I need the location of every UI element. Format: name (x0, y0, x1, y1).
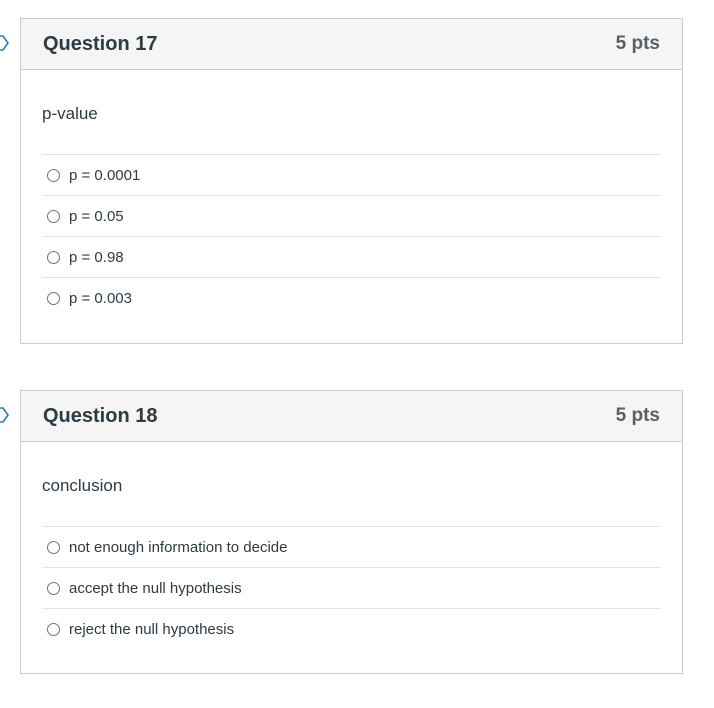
radio-button[interactable] (47, 292, 60, 305)
answer-label[interactable]: p = 0.05 (69, 208, 124, 225)
radio-button[interactable] (47, 250, 60, 264)
radio-button[interactable] (47, 168, 60, 182)
answer-option[interactable]: reject the null hypothesis (42, 609, 661, 650)
flag-question-icon[interactable] (0, 34, 10, 52)
question-points: 5 pts (615, 405, 660, 426)
answer-label[interactable]: p = 0.98 (69, 249, 124, 266)
answer-option[interactable]: not enough information to decide (42, 527, 661, 568)
question-header: Question 17 5 pts (21, 19, 682, 70)
answer-option[interactable]: accept the null hypothesis (42, 568, 661, 609)
answer-option[interactable]: p = 0.05 (42, 196, 661, 237)
question-points: 5 pts (615, 33, 660, 54)
radio-button[interactable] (47, 623, 60, 636)
answer-option[interactable]: p = 0.003 (42, 278, 661, 319)
answer-label[interactable]: not enough information to decide (69, 539, 288, 556)
answer-list: p = 0.0001 p = 0.05 p = 0.98 p = 0.003 (42, 154, 661, 319)
radio-button[interactable] (47, 581, 60, 595)
question-title: Question 17 (43, 32, 158, 55)
question-body: conclusion not enough information to dec… (21, 442, 682, 650)
question-card: Question 18 5 pts conclusion not enough … (20, 390, 683, 674)
question-text: conclusion (42, 476, 123, 495)
question-text: p-value (42, 104, 98, 123)
question-header: Question 18 5 pts (21, 391, 682, 442)
quiz-page: Question 17 5 pts p-value p = 0.0001 p =… (0, 0, 714, 708)
question-body: p-value p = 0.0001 p = 0.05 p = 0.98 p =… (21, 70, 682, 319)
answer-list: not enough information to decide accept … (42, 526, 661, 650)
question-title: Question 18 (43, 404, 158, 427)
answer-label[interactable]: p = 0.003 (69, 290, 132, 307)
radio-button[interactable] (47, 540, 60, 554)
question-card: Question 17 5 pts p-value p = 0.0001 p =… (20, 18, 683, 344)
answer-label[interactable]: reject the null hypothesis (69, 621, 234, 638)
answer-label[interactable]: accept the null hypothesis (69, 580, 242, 597)
answer-option[interactable]: p = 0.98 (42, 237, 661, 278)
answer-label[interactable]: p = 0.0001 (69, 167, 140, 184)
flag-question-icon[interactable] (0, 406, 10, 424)
radio-button[interactable] (47, 209, 60, 223)
answer-option[interactable]: p = 0.0001 (42, 155, 661, 196)
